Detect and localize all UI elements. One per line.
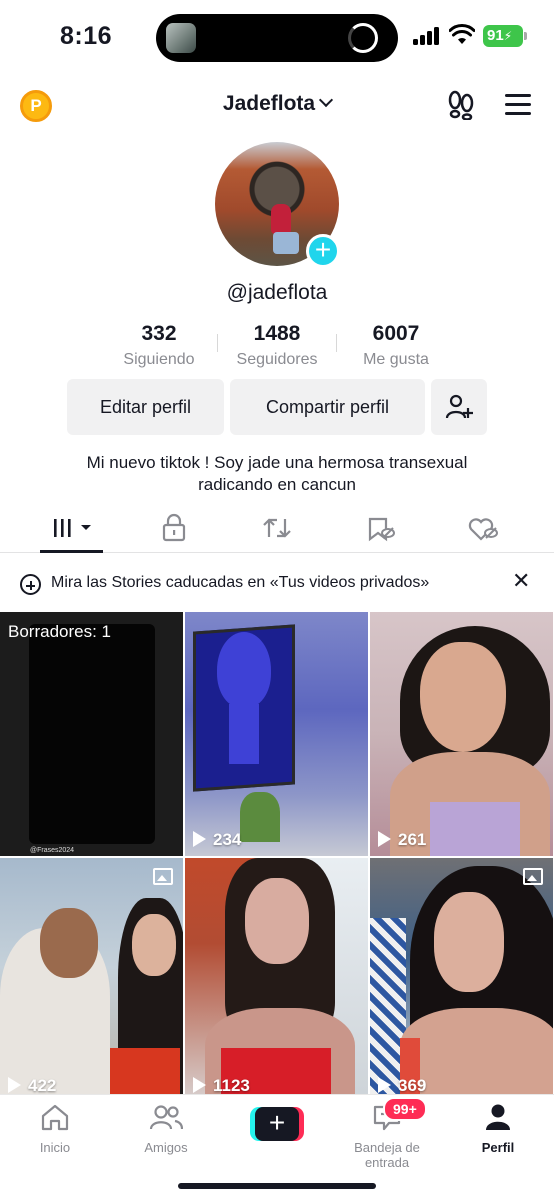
profile-handle: @jadeflota (226, 281, 328, 304)
island-progress-ring (348, 23, 378, 53)
view-count-value: 261 (398, 830, 427, 849)
drafts-tile[interactable]: Borradores: 1 @Frases2024 (0, 612, 183, 856)
nav-home[interactable]: Inicio (0, 1103, 110, 1155)
grid-icon (54, 519, 91, 537)
followers-count: 1488 (253, 322, 301, 345)
view-count: 261 (378, 830, 426, 850)
bio-line: Mi nuevo tiktok ! Soy jade una hermosa t… (86, 453, 468, 472)
bookmark-eye-icon (368, 517, 395, 542)
stat-followers[interactable]: 1488 Seguidores (217, 322, 337, 369)
tab-videos[interactable] (45, 511, 105, 545)
add-story-icon[interactable]: + (306, 234, 340, 268)
tab-liked[interactable] (453, 511, 513, 545)
drafts-label: Borradores: 1 (8, 622, 111, 641)
nav-inbox-label: Bandeja de entrada (354, 1140, 420, 1170)
stat-following[interactable]: 332 Siguiendo (99, 322, 219, 369)
home-indicator[interactable] (178, 1183, 376, 1189)
profile-header: P Jadeflota (0, 80, 554, 130)
view-count: 234 (193, 830, 241, 850)
create-button[interactable]: + (250, 1107, 304, 1141)
island-thumbnail (166, 23, 196, 53)
view-count: 422 (8, 1076, 56, 1094)
create-icon: + (255, 1107, 299, 1141)
photo-icon (153, 868, 173, 885)
content-tabs (0, 505, 554, 553)
nav-profile[interactable]: Perfil (443, 1103, 553, 1155)
play-icon (193, 831, 206, 847)
view-count-value: 1123 (213, 1076, 250, 1094)
view-count-value: 234 (213, 830, 242, 849)
video-tile[interactable]: 1123 (185, 858, 368, 1094)
bio-line: radicando en cancun (198, 475, 356, 494)
chevron-down-icon (319, 92, 334, 108)
following-label: Siguiendo (123, 351, 195, 368)
cellular-signal-icon (413, 27, 441, 45)
status-bar: 8:16 91⚡ (0, 0, 554, 76)
wifi-icon (449, 24, 475, 44)
tab-private[interactable] (144, 511, 204, 545)
heart-eye-icon (468, 518, 498, 541)
charging-bolt-icon: ⚡ (503, 29, 513, 43)
nav-friends-label: Amigos (144, 1140, 188, 1155)
stat-likes[interactable]: 6007 Me gusta (336, 322, 456, 369)
view-count: 1123 (193, 1076, 250, 1094)
nav-profile-label: Perfil (481, 1140, 515, 1155)
repost-icon (263, 518, 291, 538)
edit-profile-button[interactable]: Editar perfil (67, 379, 224, 435)
draft-watermark: @Frases2024 (30, 847, 75, 854)
play-icon (193, 1077, 206, 1093)
nav-home-label: Inicio (39, 1140, 71, 1155)
tab-favorites[interactable] (350, 511, 410, 545)
share-profile-button[interactable]: Compartir perfil (230, 379, 425, 435)
video-tile[interactable]: 422 (0, 858, 183, 1094)
tab-reposts[interactable] (247, 511, 307, 545)
video-tile[interactable]: 234 (185, 612, 368, 856)
view-count-value: 369 (398, 1076, 427, 1094)
dynamic-island[interactable] (156, 14, 398, 62)
video-tile[interactable]: 261 (370, 612, 553, 856)
likes-label: Me gusta (363, 351, 429, 368)
nav-friends[interactable]: Amigos (111, 1103, 221, 1155)
status-time: 8:16 (60, 22, 113, 50)
footprints-icon[interactable] (447, 90, 475, 120)
likes-count: 6007 (372, 322, 420, 345)
play-icon (8, 1077, 21, 1093)
profile-bio: Mi nuevo tiktok ! Soy jade una hermosa t… (20, 452, 534, 496)
profile-icon (486, 1104, 510, 1130)
menu-icon[interactable] (505, 94, 531, 116)
add-circle-icon (20, 574, 41, 595)
add-user-icon (445, 394, 473, 419)
battery-indicator: 91⚡ (483, 25, 527, 47)
following-count: 332 (141, 322, 177, 345)
profile-stats: 332 Siguiendo 1488 Seguidores 6007 Me gu… (0, 322, 554, 372)
add-friends-button[interactable] (431, 379, 487, 435)
video-tile[interactable]: 369 (370, 858, 553, 1094)
battery-level: 91 (487, 27, 504, 44)
home-icon (41, 1104, 69, 1131)
active-tab-indicator (40, 550, 103, 553)
friends-icon (149, 1105, 184, 1130)
close-icon[interactable]: ✕ (512, 570, 534, 592)
play-icon (378, 1077, 391, 1093)
play-icon (378, 831, 391, 847)
video-grid: Borradores: 1 @Frases2024 234 261 422 11… (0, 612, 554, 1094)
view-count-value: 422 (28, 1076, 57, 1094)
lock-icon (162, 513, 186, 542)
inbox-badge: 99+ (383, 1097, 427, 1121)
expired-stories-banner[interactable]: Mira las Stories caducadas en «Tus video… (0, 562, 554, 606)
account-name: Jadeflota (222, 92, 316, 115)
banner-text: Mira las Stories caducadas en «Tus video… (51, 574, 430, 591)
view-count: 369 (378, 1076, 426, 1094)
followers-label: Seguidores (236, 351, 318, 368)
photo-icon (523, 868, 543, 885)
